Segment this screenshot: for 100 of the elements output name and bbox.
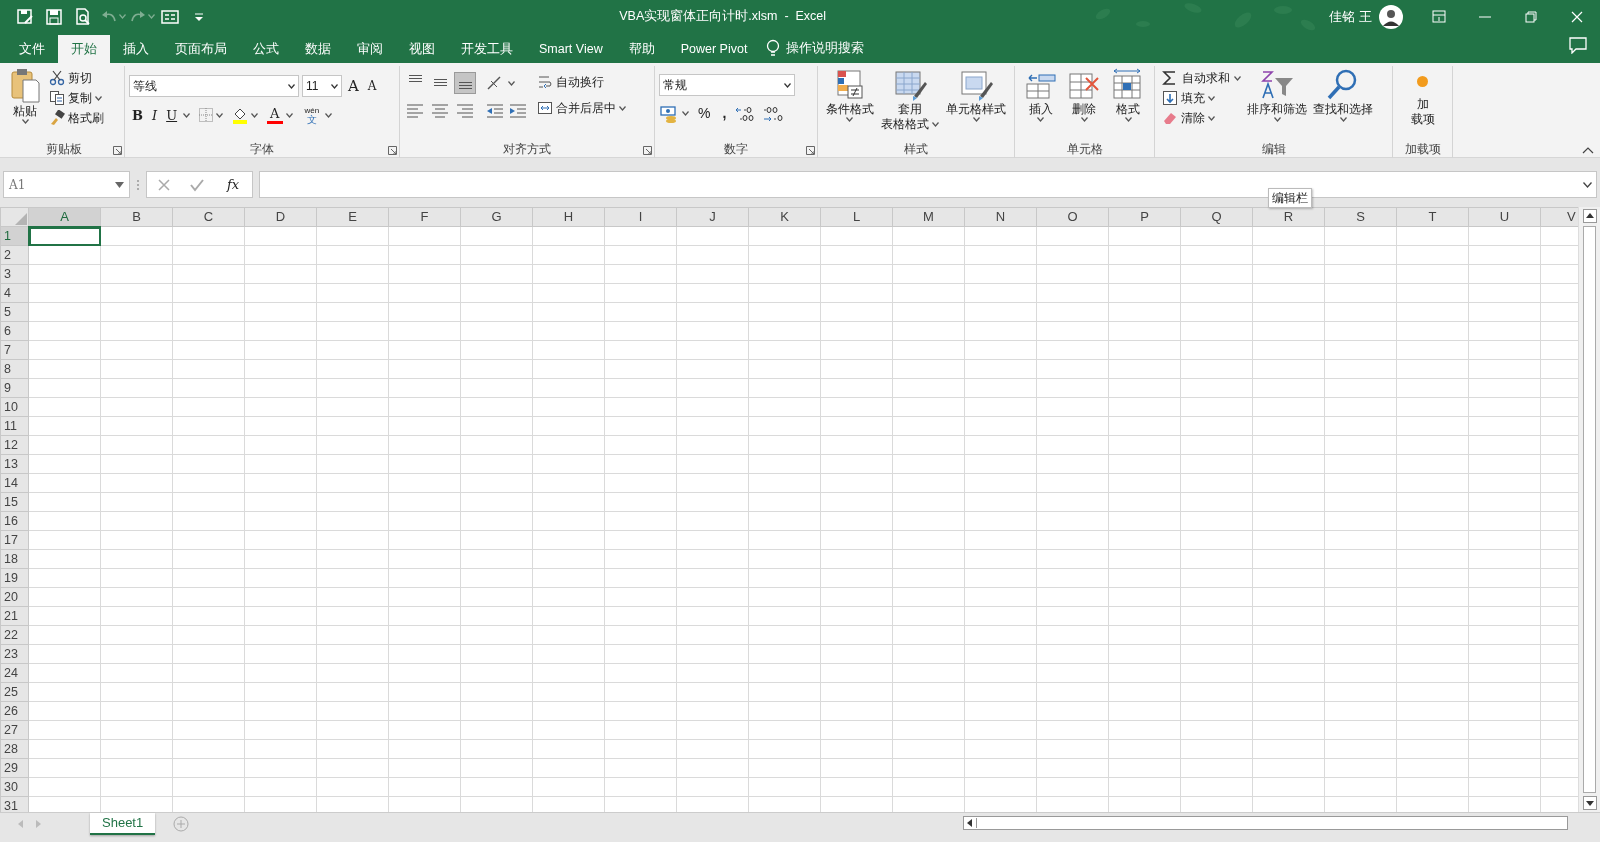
ribbon-tab[interactable]: 帮助: [615, 35, 668, 63]
group-label: 编辑: [1260, 141, 1287, 158]
paste-button[interactable]: 粘贴: [7, 68, 43, 139]
style-button[interactable]: 条件格式: [822, 68, 877, 139]
number-format-field[interactable]: 常规: [659, 74, 795, 96]
tooltip: 编辑栏: [1268, 188, 1312, 208]
editing-button[interactable]: 查找和选择: [1310, 68, 1376, 139]
underline-button[interactable]: U: [163, 104, 181, 126]
scrollbar-thumb[interactable]: [1583, 226, 1596, 793]
ribbon-tab[interactable]: 公式: [240, 35, 292, 63]
style-button[interactable]: 套用 表格格式: [878, 68, 942, 139]
comment-icon[interactable]: [1568, 36, 1588, 54]
tell-me-search[interactable]: 操作说明搜索: [786, 38, 865, 58]
insert-function-button[interactable]: fx: [224, 173, 243, 196]
column-header[interactable]: K: [748, 207, 821, 227]
ribbon-tab[interactable]: 开始: [58, 35, 110, 63]
shrink-font-button[interactable]: A: [364, 76, 380, 97]
column-header[interactable]: V: [1540, 207, 1579, 227]
column-header[interactable]: U: [1468, 207, 1541, 227]
grow-font-button[interactable]: A: [345, 74, 362, 99]
editing-button[interactable]: 排序和筛选: [1244, 68, 1310, 139]
ribbon-tab[interactable]: 开发工具: [448, 35, 526, 63]
phonetic-button[interactable]: wén 文: [301, 105, 323, 126]
column-header[interactable]: A: [28, 207, 101, 227]
column-header[interactable]: L: [820, 207, 893, 227]
caret-icon: [21, 119, 29, 124]
column-header[interactable]: B: [100, 207, 173, 227]
caret-icon: [147, 14, 155, 19]
dialog-launcher-icon[interactable]: [388, 146, 397, 155]
ribbon-tab[interactable]: 视图: [396, 35, 448, 63]
ribbon-tab[interactable]: 页面布局: [162, 35, 240, 63]
merge-cells-icon: [537, 100, 553, 116]
sheet-tab[interactable]: Sheet1: [90, 813, 156, 835]
active-cell[interactable]: [28, 226, 101, 246]
column-header[interactable]: T: [1396, 207, 1469, 227]
editing-button[interactable]: 填充: [1159, 88, 1244, 108]
avatar-icon[interactable]: [1378, 3, 1404, 30]
decrease-indent-icon[interactable]: [485, 101, 505, 121]
clipboard-button[interactable]: 复制: [46, 88, 107, 108]
column-header[interactable]: E: [316, 207, 389, 227]
column-header[interactable]: C: [172, 207, 245, 227]
scroll-up-icon[interactable]: [1582, 209, 1597, 223]
column-header[interactable]: P: [1108, 207, 1181, 227]
clipboard-button[interactable]: 剪切: [46, 68, 107, 88]
comma-button[interactable]: ,: [719, 102, 730, 125]
cells-button[interactable]: 格式: [1107, 68, 1150, 139]
align-button[interactable]: [454, 72, 476, 94]
font-color-button[interactable]: A: [267, 106, 283, 124]
currency-icon[interactable]: [659, 104, 679, 123]
editing-button[interactable]: 自动求和: [1159, 68, 1244, 88]
bold-button[interactable]: B: [129, 104, 146, 126]
cells-button[interactable]: 删除: [1063, 68, 1106, 139]
column-header[interactable]: R: [1252, 207, 1325, 227]
merge-center-button[interactable]: 合并后居中: [534, 98, 629, 118]
font-name-field[interactable]: 等线: [129, 75, 299, 98]
cells-button[interactable]: 插入: [1019, 68, 1062, 139]
ribbon-tab[interactable]: 插入: [110, 35, 162, 63]
percent-button[interactable]: %: [695, 102, 714, 125]
font-size-field[interactable]: 11: [302, 75, 342, 98]
editing-button[interactable]: 清除: [1159, 108, 1244, 128]
ribbon-tab[interactable]: Power Pivot: [667, 35, 761, 63]
column-header[interactable]: D: [244, 207, 317, 227]
caret-icon: [331, 83, 338, 89]
style-button[interactable]: 单元格样式: [943, 68, 1010, 139]
dialog-launcher-icon[interactable]: [643, 146, 652, 155]
collapse-ribbon-icon[interactable]: [1582, 146, 1594, 154]
decrease-decimal-icon[interactable]: [763, 104, 786, 123]
column-header[interactable]: M: [892, 207, 965, 227]
wrap-text-button[interactable]: 自动换行: [534, 72, 629, 92]
column-header[interactable]: O: [1036, 207, 1109, 227]
column-header[interactable]: I: [604, 207, 677, 227]
ribbon-tab[interactable]: Smart View: [526, 35, 616, 63]
increase-indent-icon[interactable]: [508, 101, 528, 121]
ribbon-tab[interactable]: 审阅: [344, 35, 396, 63]
save-icon[interactable]: [44, 6, 64, 27]
caret-icon: [619, 105, 626, 111]
ribbon-tab[interactable]: 文件: [6, 35, 58, 63]
group-label: 样式: [903, 141, 929, 158]
scroll-down-icon[interactable]: [1582, 796, 1597, 810]
name-box[interactable]: A1: [3, 171, 130, 198]
column-header[interactable]: J: [676, 207, 749, 227]
ribbon-tab[interactable]: 数据: [292, 35, 344, 63]
dialog-launcher-icon[interactable]: [113, 146, 122, 155]
expand-icon[interactable]: [1583, 181, 1592, 188]
dialog-launcher-icon[interactable]: [806, 146, 815, 155]
column-header[interactable]: H: [532, 207, 605, 227]
add-ins-button[interactable]: 加 载项: [1407, 68, 1438, 139]
column-header[interactable]: Q: [1180, 207, 1253, 227]
wrap-text-icon: [537, 74, 553, 90]
save-icon[interactable]: [15, 6, 35, 27]
user-name[interactable]: 佳铭 王: [1323, 6, 1378, 27]
column-header[interactable]: N: [964, 207, 1037, 227]
italic-button[interactable]: I: [149, 104, 161, 126]
column-header[interactable]: F: [388, 207, 461, 227]
column-header[interactable]: S: [1324, 207, 1397, 227]
column-header[interactable]: G: [460, 207, 533, 227]
caret-icon: [508, 80, 515, 86]
clipboard-button[interactable]: 格式刷: [46, 108, 107, 128]
fill-color-icon[interactable]: [232, 106, 249, 124]
lightbulb-icon[interactable]: [766, 39, 781, 57]
